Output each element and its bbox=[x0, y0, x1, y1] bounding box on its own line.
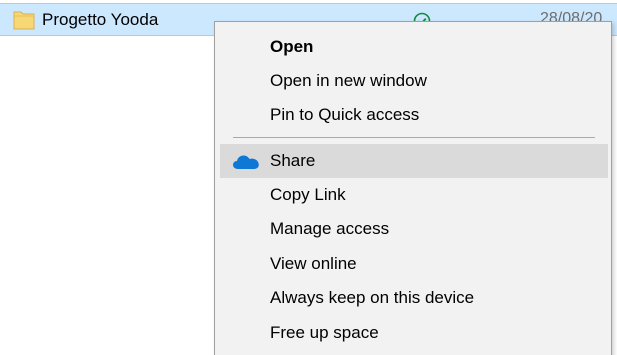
context-menu: Open Open in new window Pin to Quick acc… bbox=[214, 21, 612, 355]
menu-item-label: Always keep on this device bbox=[270, 288, 475, 307]
menu-item-always-keep-on-this-device[interactable]: Always keep on this device bbox=[220, 281, 608, 315]
onedrive-cloud-icon bbox=[232, 154, 260, 170]
menu-separator bbox=[233, 137, 595, 138]
menu-item-label: Open bbox=[270, 37, 314, 56]
menu-item-label: Manage access bbox=[270, 219, 390, 238]
menu-item-label: Share bbox=[270, 151, 316, 170]
file-name: Progetto Yooda bbox=[42, 10, 159, 29]
menu-item-copy-link[interactable]: Copy Link bbox=[220, 178, 608, 212]
menu-item-label: View online bbox=[270, 254, 357, 273]
menu-item-label: Copy Link bbox=[270, 185, 346, 204]
menu-item-label: Free up space bbox=[270, 323, 379, 342]
menu-item-view-online[interactable]: View online bbox=[220, 247, 608, 281]
menu-item-pin-to-quick-access[interactable]: Pin to Quick access bbox=[220, 98, 608, 132]
menu-item-label: Pin to Quick access bbox=[270, 105, 420, 124]
menu-item-label: Open in new window bbox=[270, 71, 427, 90]
menu-item-manage-access[interactable]: Manage access bbox=[220, 212, 608, 246]
menu-item-open[interactable]: Open bbox=[220, 30, 608, 64]
menu-item-open-in-new-window[interactable]: Open in new window bbox=[220, 64, 608, 98]
menu-item-free-up-space[interactable]: Free up space bbox=[220, 316, 608, 350]
explorer-view: Progetto Yooda 28/08/20 Open Open in new… bbox=[0, 0, 617, 355]
folder-icon bbox=[13, 9, 35, 30]
menu-item-share[interactable]: Share bbox=[220, 144, 608, 178]
